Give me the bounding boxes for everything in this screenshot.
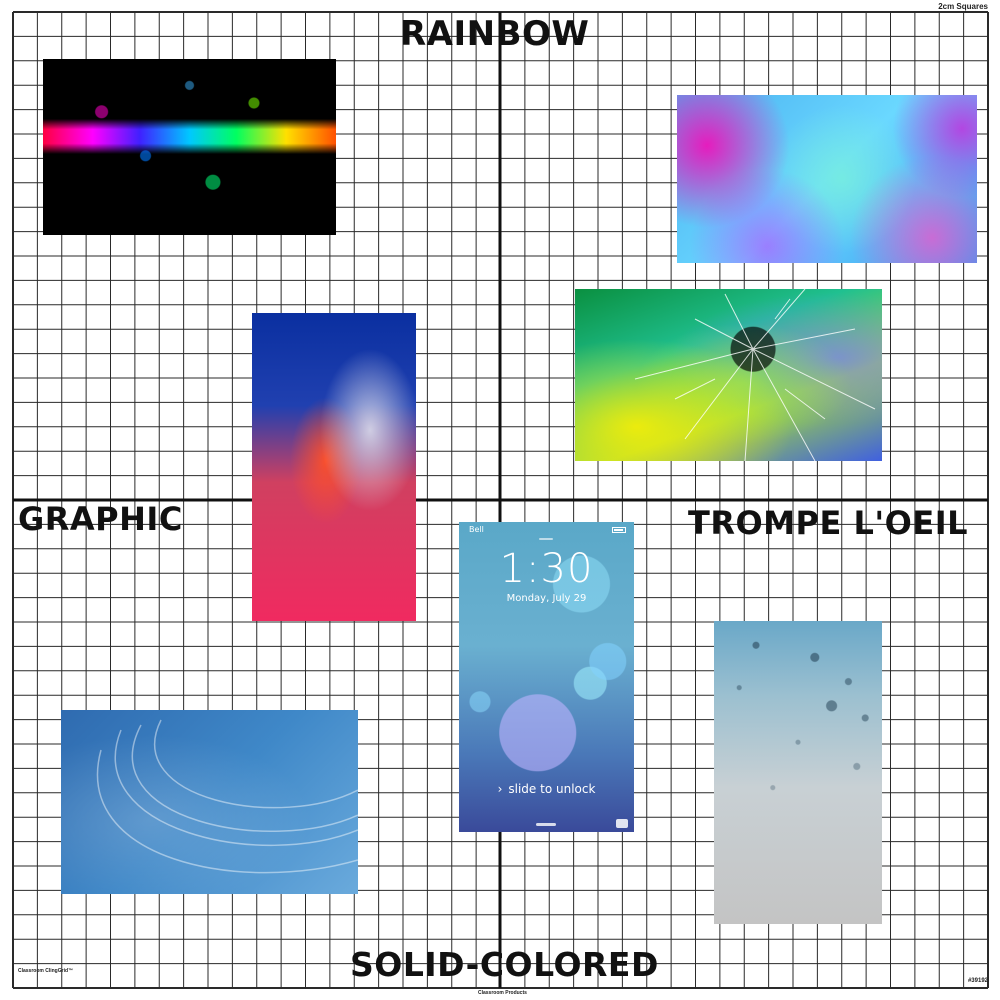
product-code: #39192: [967, 978, 988, 984]
camera-icon: [616, 819, 628, 828]
phone-status-bar: Bell: [463, 524, 630, 536]
rainbow-splash-wallpaper: [43, 59, 336, 235]
blue-swirl-wallpaper: [61, 710, 358, 894]
scale-note: 2cm Squares: [938, 2, 988, 11]
carrier-label: Bell: [469, 525, 484, 534]
battery-icon: [612, 527, 626, 533]
maker-name: Classroom Products: [478, 990, 527, 996]
unlock-text: slide to unlock: [508, 782, 596, 796]
axis-label-left: GRAPHIC: [18, 500, 183, 538]
phone-lock-screen: Bell 1:30 Monday, July 29 › slide to unlo…: [459, 522, 634, 832]
axis-label-right: TROMPE L'OEIL: [688, 504, 969, 542]
axis-label-top: RAINBOW: [400, 14, 590, 54]
wallpaper-grid-board: 2cm Squares RAINBOW GRAPHIC TROMPE L'OEI…: [0, 0, 1000, 1000]
slide-to-unlock: › slide to unlock: [459, 782, 634, 796]
lock-date: Monday, July 29: [506, 593, 587, 604]
colorful-water-drops-wallpaper: [677, 95, 977, 263]
ios-abstract-wallpaper: [252, 313, 416, 621]
axis-label-bottom: SOLID-COLORED: [350, 945, 659, 984]
control-center-handle: [536, 823, 556, 826]
notification-handle: [539, 538, 553, 540]
brand-logo: Classroom ClingGrid™: [18, 968, 74, 974]
swirl-lines: [96, 719, 358, 874]
grey-water-drops-wallpaper: [714, 621, 882, 924]
chevron-right-icon: ›: [497, 782, 503, 796]
lock-time: 1:30: [499, 546, 594, 592]
crack-lines: [634, 289, 876, 461]
cracked-screen-wallpaper: [575, 289, 882, 461]
